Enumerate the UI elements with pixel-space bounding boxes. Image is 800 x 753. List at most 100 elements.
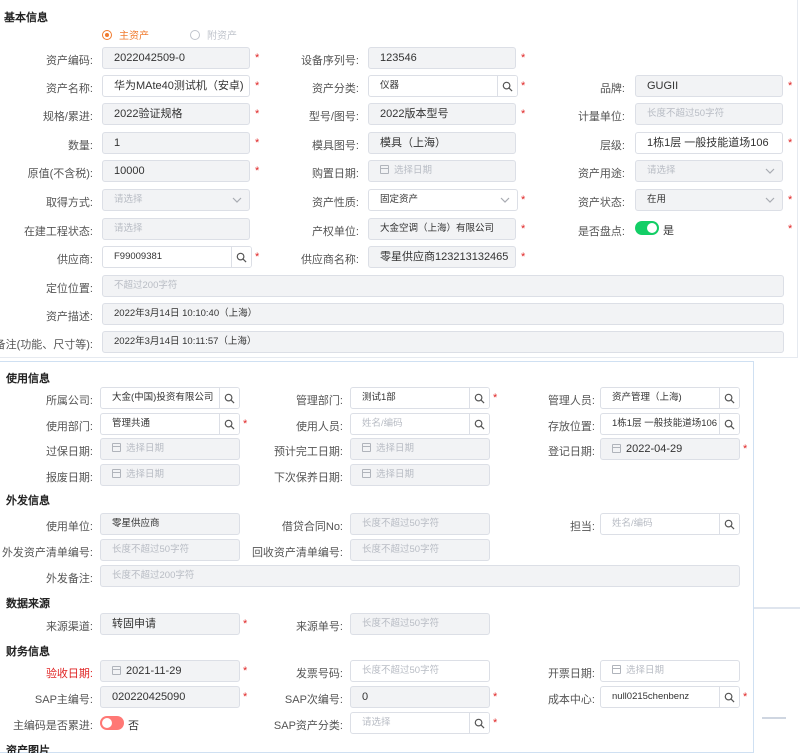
manager-field[interactable]: 资产管理（上海) xyxy=(600,387,740,409)
warranty-field[interactable]: 选择日期 xyxy=(100,438,240,460)
search-icon[interactable] xyxy=(497,76,517,96)
ext-owner-placeholder: 姓名/编码 xyxy=(612,518,653,529)
search-icon[interactable] xyxy=(469,713,489,733)
desc-field[interactable]: 2022年3月14日 10:10:40（上海） xyxy=(102,303,784,325)
background-divider xyxy=(754,607,800,609)
search-icon[interactable] xyxy=(719,414,739,434)
accept-date-value: 2021-11-29 xyxy=(126,665,182,677)
contract-label: 借贷合同No: xyxy=(281,521,343,533)
asset-name-field[interactable]: 华为MAte40测试机（安卓) xyxy=(102,75,250,97)
supplier-field[interactable]: F99009381 xyxy=(102,246,252,268)
brand-field[interactable]: GUGII xyxy=(635,75,783,97)
search-icon[interactable] xyxy=(469,414,489,434)
location-field[interactable]: 不超过200字符 xyxy=(102,275,784,297)
scrap-label: 报废日期: xyxy=(45,472,93,484)
calendar-icon xyxy=(362,443,371,452)
search-icon[interactable] xyxy=(719,514,739,534)
contract-placeholder: 长度不超过50字符 xyxy=(362,518,440,529)
maint-field[interactable]: 选择日期 xyxy=(350,464,490,486)
storage-field[interactable]: 1栋1层 一般技能道场106 xyxy=(600,413,740,435)
radio-main-asset[interactable]: 主资产 xyxy=(102,27,149,42)
invoice-no-field[interactable]: 长度不超过50字符 xyxy=(350,660,490,682)
owner-field[interactable]: 大金空调（上海）有限公司 xyxy=(368,218,516,240)
user-placeholder: 姓名/编码 xyxy=(362,418,403,429)
owner-value: 大金空调（上海）有限公司 xyxy=(380,223,495,234)
search-icon[interactable] xyxy=(219,414,239,434)
inventory-toggle[interactable] xyxy=(635,221,659,235)
owner-label: 产权单位: xyxy=(311,226,359,238)
main-sub-label: 主编码是否累进: xyxy=(12,720,93,732)
invoice-date-field[interactable]: 选择日期 xyxy=(600,660,740,682)
required-mark: * xyxy=(521,108,526,120)
register-value: 2022-04-29 xyxy=(626,443,683,455)
complete-label: 预计完工日期: xyxy=(273,446,343,458)
supplier-name-value: 零星供应商123213132465 xyxy=(380,251,509,263)
model-value: 2022版本型号 xyxy=(380,108,449,120)
mold-label: 模具图号: xyxy=(311,140,359,152)
level-field[interactable]: 1栋1层 一般技能道场106 xyxy=(635,132,783,154)
acquire-select[interactable]: 请选择 xyxy=(102,189,250,211)
mgmt-dept-field[interactable]: 测试1部 xyxy=(350,387,490,409)
company-field[interactable]: 大金(中国)投资有限公司 xyxy=(100,387,240,409)
model-field[interactable]: 2022版本型号 xyxy=(368,103,516,125)
out-list-placeholder: 长度不超过50字符 xyxy=(112,544,190,555)
chevron-down-icon xyxy=(765,190,775,210)
usage-select[interactable]: 请选择 xyxy=(635,160,783,182)
ext-owner-field[interactable]: 姓名/编码 xyxy=(600,513,740,535)
back-list-placeholder: 长度不超过50字符 xyxy=(362,544,440,555)
status-select[interactable]: 在用 xyxy=(635,189,783,211)
calendar-icon xyxy=(362,469,371,478)
required-mark: * xyxy=(255,251,260,263)
serial-value: 123546 xyxy=(380,52,417,64)
spec-field[interactable]: 2022验证规格 xyxy=(102,103,250,125)
search-icon[interactable] xyxy=(231,247,251,267)
register-field[interactable]: 2022-04-29 xyxy=(600,438,740,460)
search-icon[interactable] xyxy=(719,687,739,707)
back-list-field[interactable]: 长度不超过50字符 xyxy=(350,539,490,561)
supplier-name-field[interactable]: 零星供应商123213132465 xyxy=(368,246,516,268)
scrap-field[interactable]: 选择日期 xyxy=(100,464,240,486)
price-field[interactable]: 10000 xyxy=(102,160,250,182)
qty-field[interactable]: 1 xyxy=(102,132,250,154)
contract-field[interactable]: 长度不超过50字符 xyxy=(350,513,490,535)
search-icon[interactable] xyxy=(719,388,739,408)
main-sub-toggle[interactable] xyxy=(100,716,124,730)
sap-class-field[interactable]: 请选择 xyxy=(350,712,490,734)
sap-sub-field[interactable]: 0 xyxy=(350,686,490,708)
use-dept-field[interactable]: 管理共通 xyxy=(100,413,240,435)
accept-date-field[interactable]: 2021-11-29 xyxy=(100,660,240,682)
radio-main-label: 主资产 xyxy=(119,31,149,42)
ext-unit-field[interactable]: 零星供应商 xyxy=(100,513,240,535)
search-icon[interactable] xyxy=(219,388,239,408)
unit-field[interactable]: 长度不超过50字符 xyxy=(635,103,783,125)
out-list-field[interactable]: 长度不超过50字符 xyxy=(100,539,240,561)
construction-label: 在建工程状态: xyxy=(23,226,93,238)
user-field[interactable]: 姓名/编码 xyxy=(350,413,490,435)
remark-field[interactable]: 2022年3月14日 10:11:57（上海） xyxy=(102,331,784,353)
source-doc-field[interactable]: 长度不超过50字符 xyxy=(350,613,490,635)
category-field[interactable]: 仪器 xyxy=(368,75,518,97)
calendar-icon xyxy=(112,443,121,452)
supplier-name-label: 供应商名称: xyxy=(300,254,359,266)
required-mark: * xyxy=(243,691,248,703)
ext-remark-field[interactable]: 长度不超过200字符 xyxy=(100,565,740,587)
construction-select[interactable]: 请选择 xyxy=(102,218,250,240)
sap-main-field[interactable]: 020220425090 xyxy=(100,686,240,708)
calendar-icon xyxy=(612,665,621,674)
radio-sub-asset[interactable]: 附资产 xyxy=(190,27,237,42)
model-label: 型号/图号: xyxy=(308,111,359,123)
sap-class-placeholder: 请选择 xyxy=(362,717,391,728)
search-icon[interactable] xyxy=(469,388,489,408)
desc-label: 资产描述: xyxy=(45,311,93,323)
buy-date-field[interactable]: 选择日期 xyxy=(368,160,516,182)
mold-field[interactable]: 模具（上海） xyxy=(368,132,516,154)
required-mark: * xyxy=(255,137,260,149)
complete-field[interactable]: 选择日期 xyxy=(350,438,490,460)
unit-placeholder: 长度不超过50字符 xyxy=(647,108,725,119)
required-mark: * xyxy=(521,52,526,64)
asset-code-field[interactable]: 2022042509-0 xyxy=(102,47,250,69)
channel-field[interactable]: 转固申请 xyxy=(100,613,240,635)
nature-select[interactable]: 固定资产 xyxy=(368,189,518,211)
serial-field[interactable]: 123546 xyxy=(368,47,516,69)
cost-center-field[interactable]: null0215chenbenz xyxy=(600,686,740,708)
